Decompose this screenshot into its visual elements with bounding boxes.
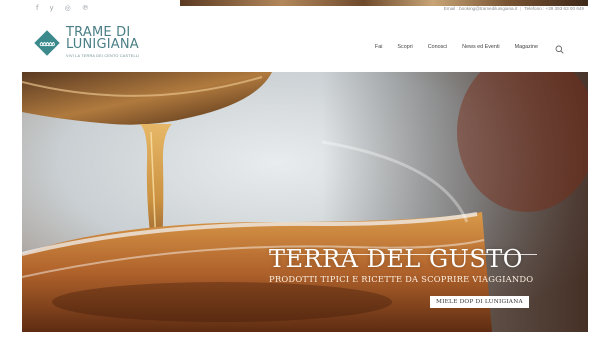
contact-separator: | xyxy=(520,6,522,11)
nav-item-news-ed-eventi[interactable]: News ed Eventi xyxy=(462,44,499,50)
hero-title: TERRA DEL GUSTO xyxy=(269,245,523,273)
hero-subtitle: PRODOTTI TIPICI E RICETTE DA SCOPRIRE VI… xyxy=(269,274,534,284)
hero-cta-button[interactable]: MIELE DOP DI LUNIGIANA xyxy=(430,296,529,308)
search-icon[interactable] xyxy=(555,41,564,54)
social-links: f y ◎ ℗ xyxy=(36,4,89,12)
logo-emblem-icon xyxy=(32,28,62,58)
hero-caption: TERRA DEL GUSTO PRODOTTI TIPICI E RICETT… xyxy=(269,245,569,308)
hero-divider xyxy=(269,254,537,255)
facebook-icon[interactable]: f xyxy=(36,4,38,12)
nav-item-scopri[interactable]: Scopri xyxy=(397,44,412,50)
email-link[interactable]: Email : booking@tramedilunigiana.it xyxy=(444,6,517,11)
instagram-icon[interactable]: ◎ xyxy=(65,4,71,12)
phone-link[interactable]: Telefono : +39 393 63 00 649 xyxy=(524,6,584,11)
pinterest-icon[interactable]: ℗ xyxy=(82,4,89,12)
twitter-icon[interactable]: y xyxy=(49,4,53,12)
site-logo[interactable]: TRAME DI LUNIGIANA VIVI LA TERRA DEI CEN… xyxy=(32,26,140,58)
main-nav: Fai Scopri Conosci News ed Eventi Magazi… xyxy=(360,41,564,54)
logo-tagline: VIVI LA TERRA DEI CENTO CASTELLI xyxy=(66,54,140,58)
logo-text: TRAME DI LUNIGIANA VIVI LA TERRA DEI CEN… xyxy=(66,26,140,58)
hero-banner: TERRA DEL GUSTO PRODOTTI TIPICI E RICETT… xyxy=(22,72,588,332)
logo-line-2: LUNIGIANA xyxy=(66,37,139,52)
site-header: TRAME DI LUNIGIANA VIVI LA TERRA DEI CEN… xyxy=(22,18,588,72)
nav-item-magazine[interactable]: Magazine xyxy=(515,44,538,50)
top-bar: f y ◎ ℗ Email : booking@tramedilunigiana… xyxy=(22,0,588,18)
nav-item-conosci[interactable]: Conosci xyxy=(428,44,447,50)
hero-honey-image xyxy=(22,72,588,332)
nav-item-fai[interactable]: Fai xyxy=(375,44,383,50)
contact-info: Email : booking@tramedilunigiana.it | Tele… xyxy=(444,6,584,11)
